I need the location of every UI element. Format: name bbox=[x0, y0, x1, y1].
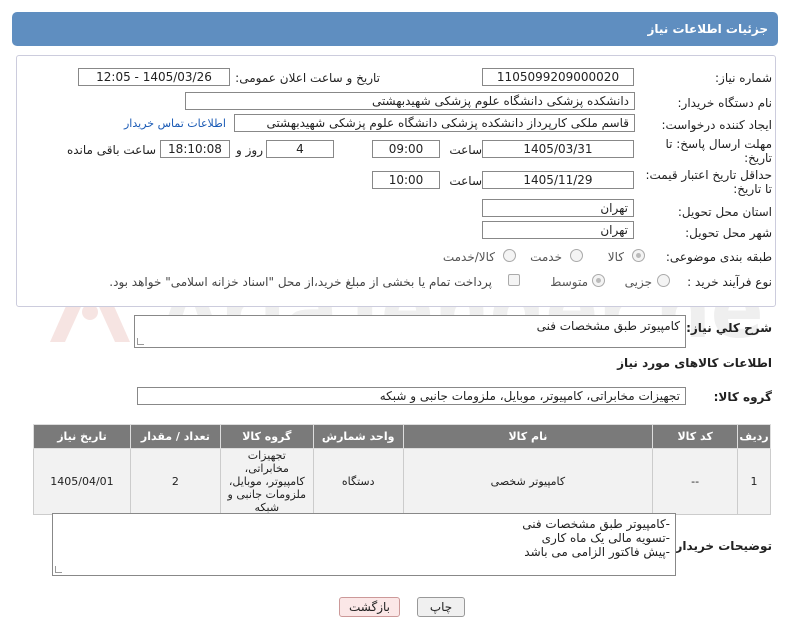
city-field: تهران bbox=[482, 221, 634, 239]
buyer-notes-label: توضیحات خریدار: bbox=[670, 539, 772, 553]
page-title: جزئیات اطلاعات نیاز bbox=[647, 22, 768, 36]
table-header-row: ردیف کد کالا نام کالا واحد شمارش گروه کا… bbox=[33, 424, 771, 449]
col-qty: تعداد / مقدار bbox=[129, 424, 221, 449]
days-field: 4 bbox=[266, 140, 334, 158]
col-unit: واحد شمارش bbox=[312, 424, 404, 449]
category-option-goods-service: کالا/خدمت bbox=[442, 250, 495, 264]
col-date: تاریخ نیاز bbox=[33, 424, 131, 449]
process-radio-medium[interactable] bbox=[592, 274, 605, 287]
cell-unit: دستگاه bbox=[312, 448, 404, 515]
resize-grip-icon[interactable] bbox=[137, 338, 144, 345]
deadline-date-field: 1405/03/31 bbox=[482, 140, 634, 158]
deadline-label-date: تاریخ: bbox=[744, 151, 772, 165]
days-label: روز و bbox=[236, 143, 263, 157]
description-text: کامپیوتر طبق مشخصات فنی bbox=[536, 319, 680, 333]
province-label: استان محل تحویل: bbox=[677, 205, 772, 219]
category-radio-service[interactable] bbox=[570, 249, 583, 262]
province-field: تهران bbox=[482, 199, 634, 217]
resize-grip-icon[interactable] bbox=[55, 566, 62, 573]
cell-name: کامپیوتر شخصی bbox=[402, 448, 654, 515]
category-label: طبقه بندی موضوعی: bbox=[665, 250, 772, 264]
validity-time-label: ساعت bbox=[449, 174, 482, 188]
contact-buyer-link[interactable]: اطلاعات تماس خریدار bbox=[124, 117, 226, 130]
validity-label: حداقل تاریخ اعتبار قیمت: bbox=[645, 168, 772, 182]
treasury-note: پرداخت تمام یا بخشی از مبلغ خرید،از محل … bbox=[109, 275, 492, 289]
buyer-notes-line-2: -تسویه مالی یک ماه کاری bbox=[541, 531, 670, 545]
goods-section-title: اطلاعات کالاهای مورد نیاز bbox=[617, 356, 772, 370]
col-row: ردیف bbox=[737, 424, 771, 449]
cell-row: 1 bbox=[737, 448, 771, 515]
cell-group: تجهیزات مخابراتی، کامپیوتر، موبایل، ملزو… bbox=[219, 448, 314, 515]
category-radio-goods-service[interactable] bbox=[503, 249, 516, 262]
back-button[interactable]: بازگشت bbox=[339, 597, 400, 617]
cell-code: -- bbox=[652, 448, 739, 515]
cell-qty: 2 bbox=[129, 448, 221, 515]
page-header: جزئیات اطلاعات نیاز bbox=[12, 12, 778, 46]
need-number-field: 1105099209000020 bbox=[482, 68, 634, 86]
col-group: گروه کالا bbox=[219, 424, 314, 449]
buyer-notes-textarea[interactable]: -کامپیوتر طبق مشخصات فنی -تسویه مالی یک … bbox=[52, 513, 676, 576]
process-option-minor: جزیی bbox=[624, 275, 652, 289]
remaining-time-field: 18:10:08 bbox=[160, 140, 230, 158]
remaining-label: ساعت باقی مانده bbox=[66, 143, 156, 157]
goods-group-label: گروه کالا: bbox=[713, 390, 772, 404]
announce-label: تاریخ و ساعت اعلان عمومی: bbox=[235, 71, 380, 85]
page: جزئیات اطلاعات نیاز AriaTender.net شماره… bbox=[0, 0, 788, 632]
description-textarea[interactable]: کامپیوتر طبق مشخصات فنی bbox=[134, 315, 686, 348]
category-radio-goods[interactable] bbox=[632, 249, 645, 262]
category-option-goods: کالا bbox=[607, 250, 624, 264]
validity-label-date: تا تاریخ: bbox=[733, 182, 772, 196]
process-label: نوع فرآیند خرید : bbox=[687, 275, 772, 289]
cell-date: 1405/04/01 bbox=[33, 448, 131, 515]
buyer-notes-line-3: -پیش فاکتور الزامی می باشد bbox=[524, 545, 670, 559]
process-option-medium: متوسط bbox=[550, 275, 588, 289]
table-row: 1 -- کامپیوتر شخصی دستگاه تجهیزات مخابرا… bbox=[33, 448, 771, 515]
treasury-checkbox[interactable] bbox=[508, 274, 520, 286]
city-label: شهر محل تحویل: bbox=[685, 226, 772, 240]
creator-label: ایجاد کننده درخواست: bbox=[661, 118, 772, 132]
validity-time-field: 10:00 bbox=[372, 171, 440, 189]
process-radio-minor[interactable] bbox=[657, 274, 670, 287]
buyer-field: دانشکده پزشکی دانشگاه علوم پزشکی شهیدبهش… bbox=[185, 92, 635, 110]
category-option-service: خدمت bbox=[530, 250, 562, 264]
deadline-label: مهلت ارسال پاسخ: تا bbox=[665, 137, 772, 151]
validity-date-field: 1405/11/29 bbox=[482, 171, 634, 189]
deadline-time-label: ساعت bbox=[449, 143, 482, 157]
description-label: شرح کلي نياز: bbox=[686, 321, 772, 335]
buyer-notes-line-1: -کامپیوتر طبق مشخصات فنی bbox=[522, 517, 670, 531]
need-number-label: شماره نیاز: bbox=[715, 71, 772, 85]
buyer-label: نام دستگاه خریدار: bbox=[677, 96, 773, 110]
deadline-time-field: 09:00 bbox=[372, 140, 440, 158]
announce-field: 1405/03/26 - 12:05 bbox=[78, 68, 230, 86]
print-button[interactable]: چاپ bbox=[417, 597, 465, 617]
col-code: کد کالا bbox=[652, 424, 739, 449]
goods-group-field: تجهیزات مخابراتی، کامپیوتر، موبایل، ملزو… bbox=[137, 387, 686, 405]
creator-field: قاسم ملکی کارپرداز دانشکده پزشکی دانشگاه… bbox=[234, 114, 635, 132]
goods-table: ردیف کد کالا نام کالا واحد شمارش گروه کا… bbox=[33, 424, 771, 515]
col-name: نام کالا bbox=[402, 424, 654, 449]
